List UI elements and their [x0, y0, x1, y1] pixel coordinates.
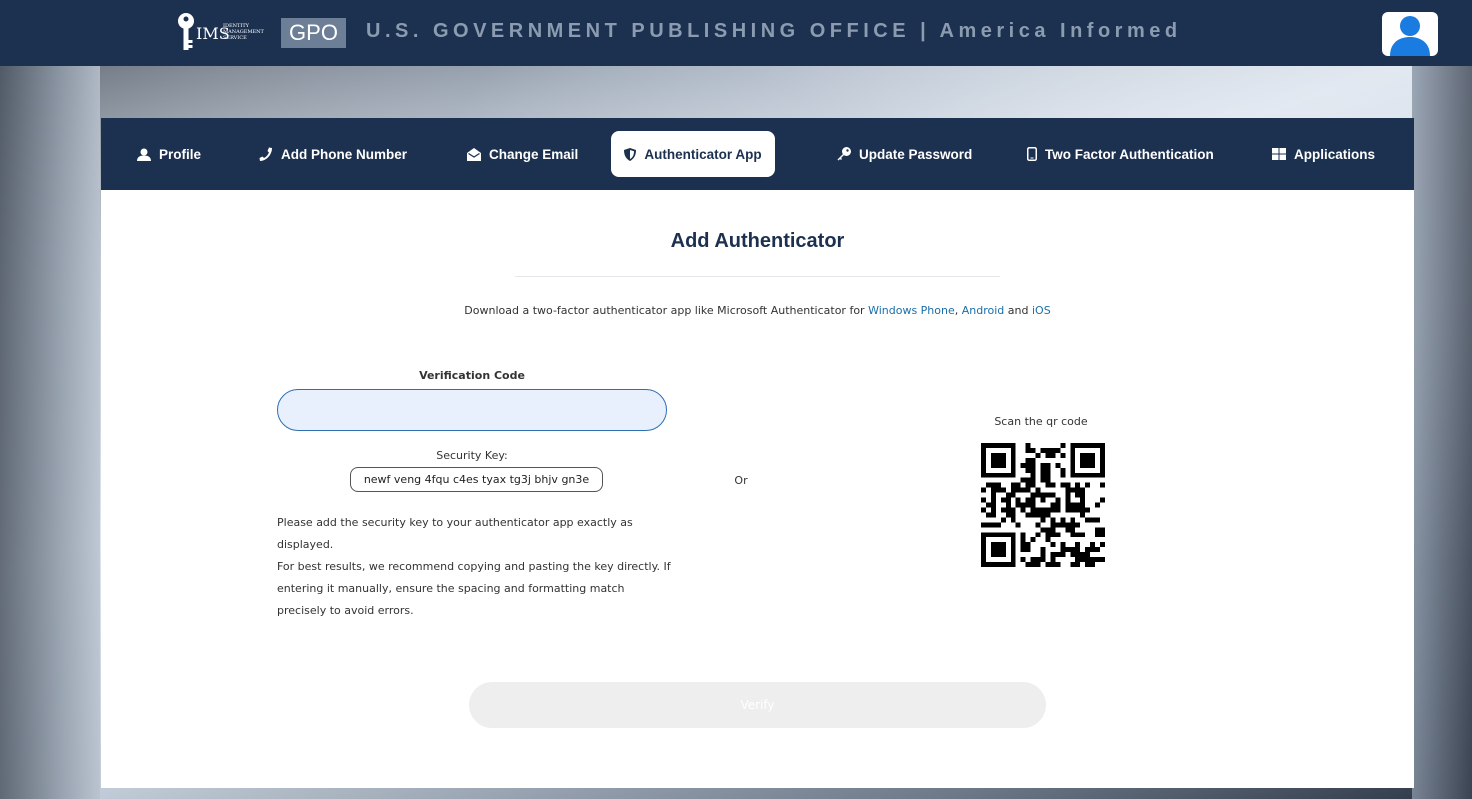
- scan-qr-label: Scan the qr code: [994, 415, 1088, 428]
- link-windows-phone[interactable]: Windows Phone: [868, 304, 955, 317]
- verify-button[interactable]: Verify: [469, 682, 1046, 728]
- verification-code-input[interactable]: [277, 389, 667, 431]
- mobile-icon: [1027, 147, 1037, 161]
- instruction-text: Please add the security key to your auth…: [277, 516, 633, 551]
- key-logo-icon: [178, 13, 194, 50]
- key-icon: [837, 147, 851, 161]
- security-key-value[interactable]: newf veng 4fqu c4es tyax tg3j bhjv gn3e: [350, 467, 603, 492]
- or-separator: Or: [734, 474, 748, 487]
- separator-text: ,: [954, 304, 962, 317]
- tab-label: Two Factor Authentication: [1045, 146, 1214, 162]
- user-icon: [137, 148, 151, 161]
- qr-code: [981, 443, 1105, 567]
- link-ios[interactable]: iOS: [1032, 304, 1051, 317]
- instruction-text: For best results, we recommend copying a…: [277, 560, 671, 617]
- tab-label: Update Password: [859, 146, 973, 162]
- site-header: IMS IDENTITY MANAGEMENT SERVICE GPO U.S.…: [0, 0, 1472, 66]
- envelope-open-icon: [467, 147, 481, 161]
- background-left: [0, 66, 100, 799]
- tab-two-factor-authentication[interactable]: Two Factor Authentication: [1027, 131, 1214, 177]
- grid-icon: [1272, 148, 1286, 160]
- tab-label: Authenticator App: [644, 146, 762, 162]
- tab-profile[interactable]: Profile: [137, 131, 201, 177]
- phone-icon: [259, 147, 272, 161]
- ims-logo-subtitle: IDENTITY MANAGEMENT SERVICE: [223, 23, 264, 41]
- avatar-button[interactable]: [1382, 12, 1438, 56]
- verification-code-label: Verification Code: [419, 369, 525, 382]
- shield-icon: [624, 147, 637, 161]
- tab-label: Add Phone Number: [281, 146, 408, 162]
- tab-update-password[interactable]: Update Password: [837, 131, 972, 177]
- tab-bar: Profile Add Phone Number Change Email Au…: [101, 118, 1414, 190]
- tab-label: Applications: [1294, 146, 1376, 162]
- header-title: U.S. GOVERNMENT PUBLISHING OFFICE | Amer…: [366, 20, 1182, 42]
- background-right: [1412, 66, 1472, 799]
- tab-label: Profile: [159, 146, 202, 162]
- tab-authenticator-app[interactable]: Authenticator App: [611, 131, 775, 177]
- download-text: Download a two-factor authenticator app …: [464, 304, 869, 317]
- tab-applications[interactable]: Applications: [1272, 131, 1375, 177]
- title-divider: [515, 276, 1000, 277]
- tab-label: Change Email: [489, 146, 579, 162]
- download-instructions: Download a two-factor authenticator app …: [101, 304, 1414, 317]
- user-avatar-icon: [1390, 16, 1430, 56]
- separator-text: and: [1004, 304, 1032, 317]
- page-title: Add Authenticator: [670, 230, 845, 252]
- account-card: Profile Add Phone Number Change Email Au…: [101, 118, 1414, 788]
- tab-change-email[interactable]: Change Email: [467, 131, 578, 177]
- gpo-logo: GPO: [281, 18, 346, 48]
- tab-add-phone-number[interactable]: Add Phone Number: [259, 131, 407, 177]
- security-key-instructions: Please add the security key to your auth…: [277, 512, 677, 622]
- security-key-label: Security Key:: [436, 449, 508, 462]
- link-android[interactable]: Android: [962, 304, 1005, 317]
